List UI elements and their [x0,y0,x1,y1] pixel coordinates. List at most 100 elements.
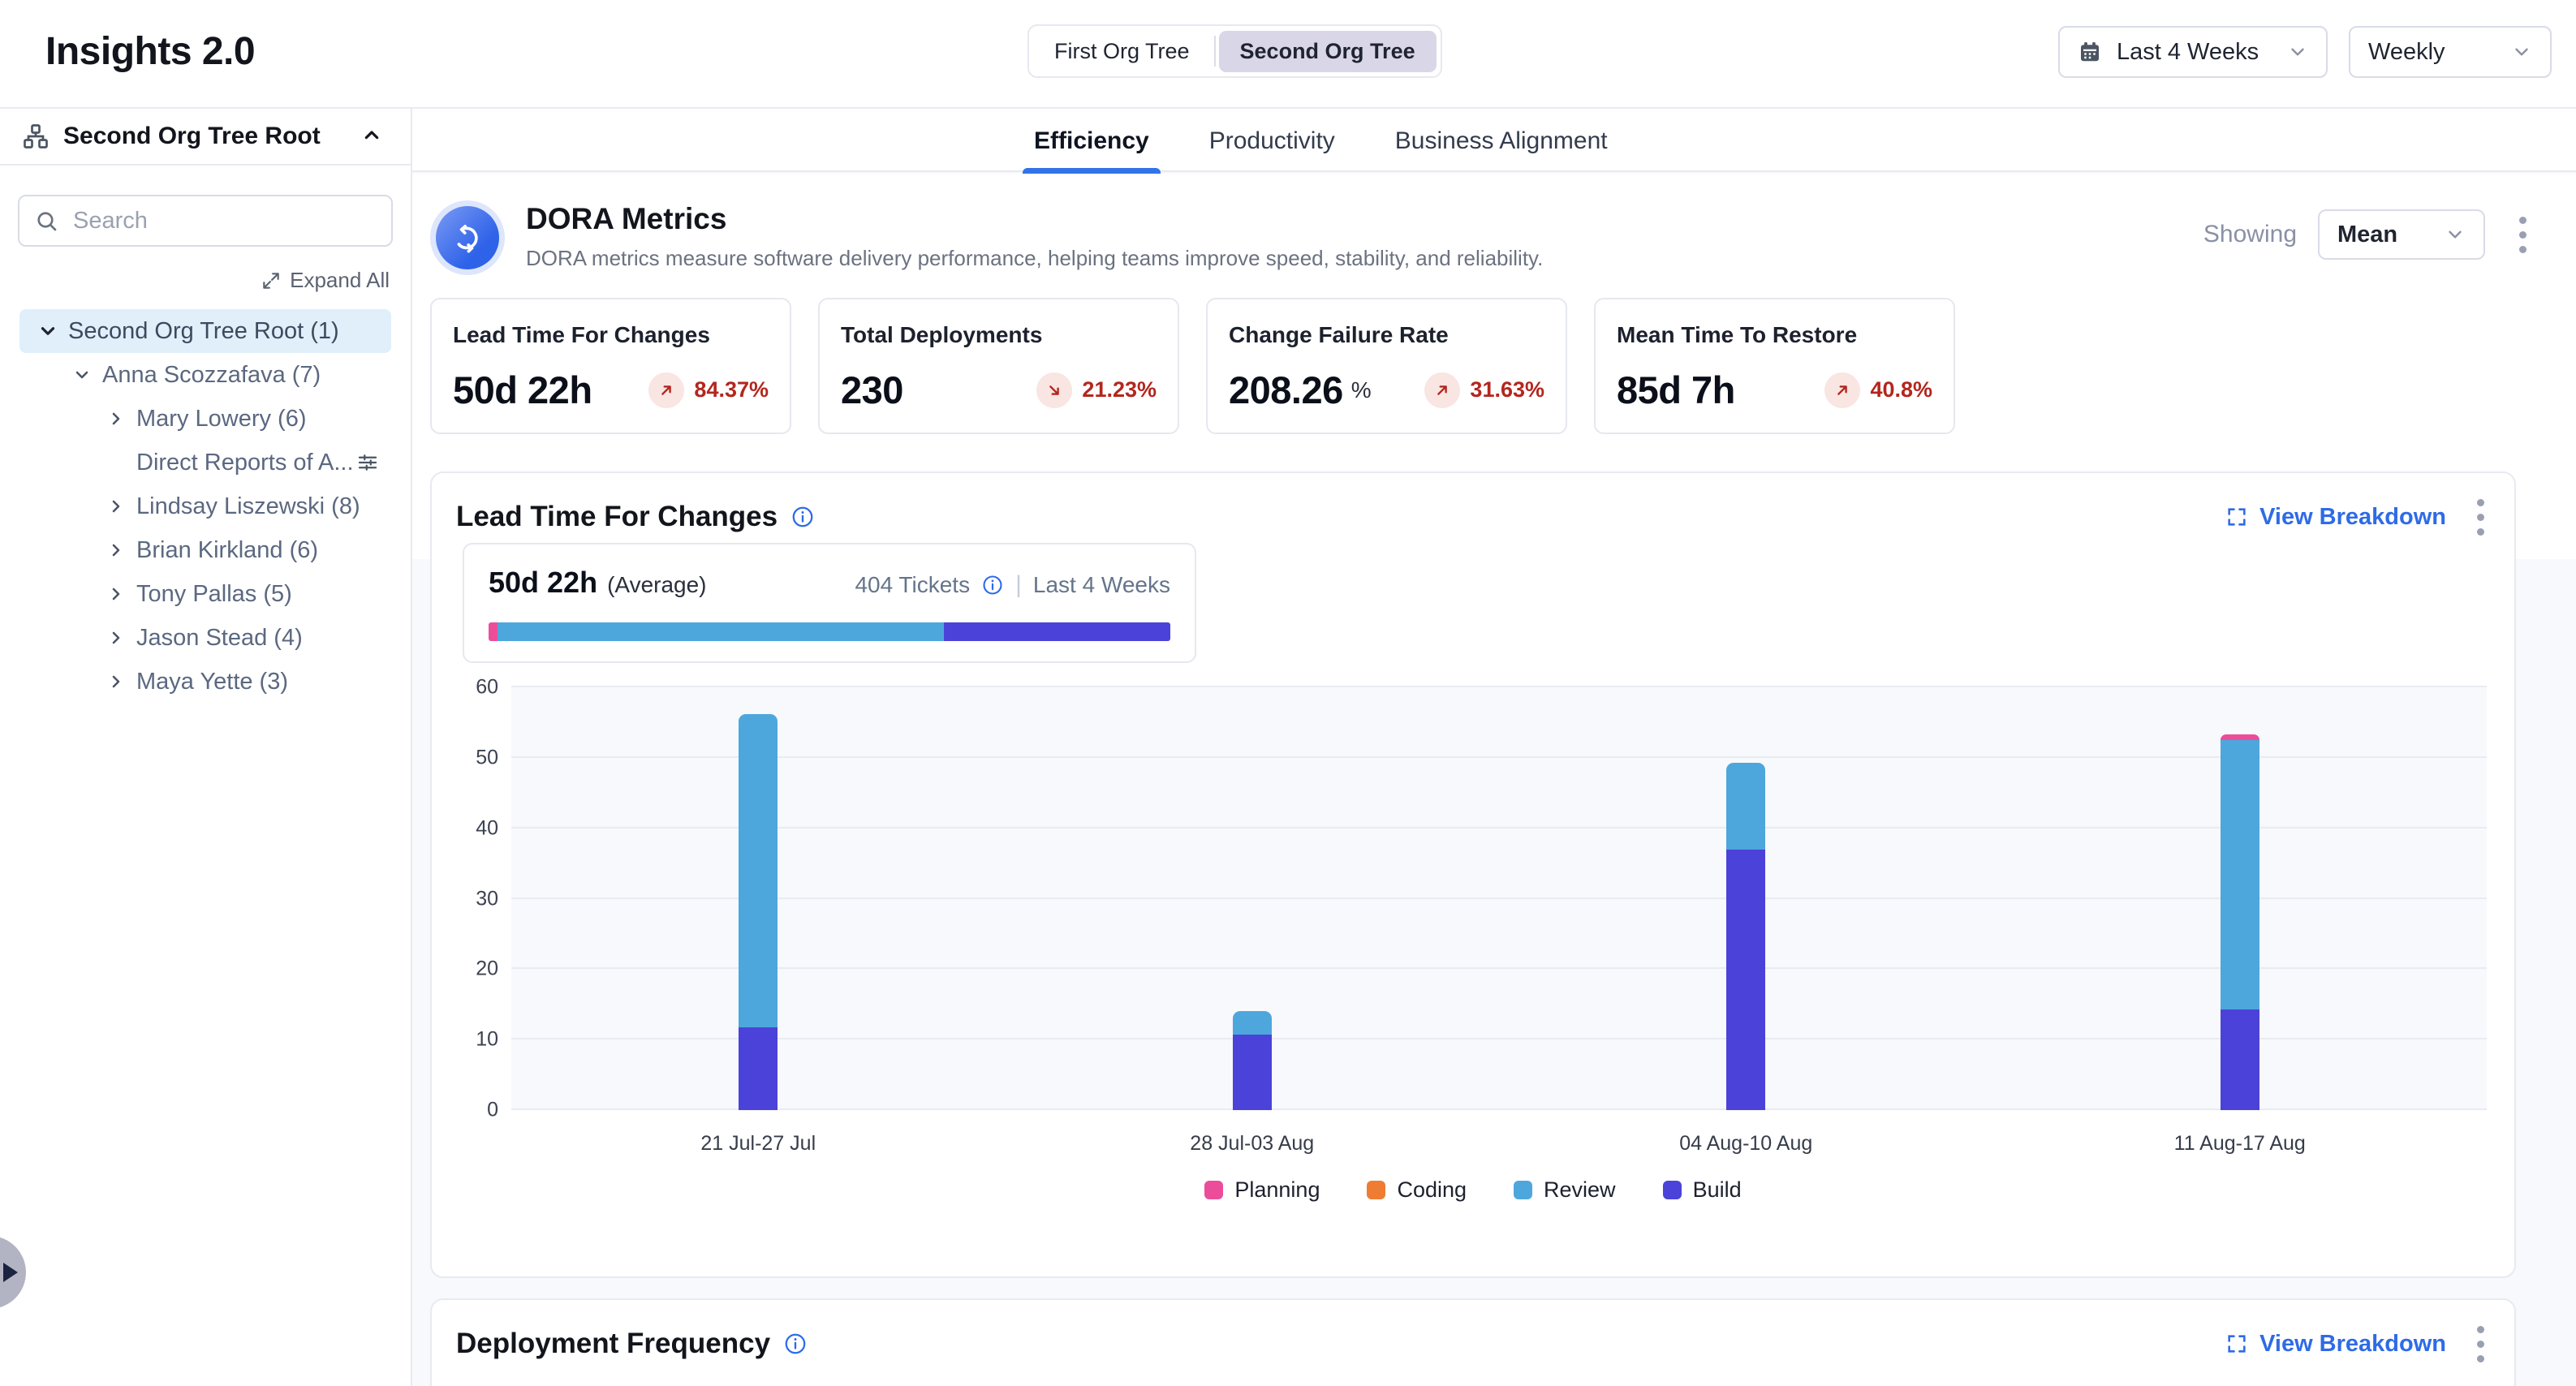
date-range-value: Last 4 Weeks [2117,39,2272,66]
tree-item-tony-pallas[interactable]: Tony Pallas (5) [19,572,391,616]
stacked-bar-3[interactable] [1726,687,1765,1110]
expand-corners-icon [2225,1332,2248,1355]
tab-efficiency[interactable]: Efficiency [1029,109,1154,174]
chevron-down-icon[interactable] [68,361,96,389]
showing-label: Showing [2203,221,2297,248]
bar-slot [511,687,1006,1110]
chevron-right-icon[interactable] [102,668,130,695]
chevron-right-icon[interactable] [102,624,130,652]
legend-item-coding[interactable]: Coding [1367,1177,1467,1203]
bar-segment-build [1233,1035,1272,1110]
chevron-right-icon[interactable] [102,536,130,564]
legend-item-planning[interactable]: Planning [1204,1177,1320,1203]
metric-value: 85d 7h [1617,368,1735,412]
calendar-icon [2078,40,2102,64]
trend-down-icon [1036,372,1072,408]
org-tree-toggle: First Org Tree Second Org Tree [1027,24,1442,78]
filter-sliders-icon[interactable] [355,450,380,475]
metric-cards: Lead Time For Changes 50d 22h 84.37% Tot… [430,298,1955,434]
y-tick-label: 50 [476,746,498,769]
search-input[interactable] [18,195,393,247]
expand-all-button[interactable]: Expand All [0,268,390,293]
tree-item-label: Anna Scozzafava (7) [102,362,321,389]
deployment-frequency-header: Deployment Frequency View Breakdown [456,1321,2496,1367]
legend-item-build[interactable]: Build [1663,1177,1742,1203]
info-icon[interactable] [981,574,1004,596]
x-tick-label: 11 Aug-17 Aug [1993,1132,2488,1156]
info-icon[interactable] [783,1332,808,1356]
chevron-right-icon[interactable] [102,493,130,520]
sidebar: Second Org Tree Root Expand All Second O… [0,107,412,1386]
chevron-right-icon[interactable] [102,580,130,608]
y-tick-label: 20 [476,958,498,981]
bar-segment-review [739,714,778,1027]
metric-title: Total Deployments [841,322,1157,348]
chevron-down-icon [2445,224,2466,245]
sidebar-header: Second Org Tree Root [0,109,411,166]
lead-time-chart [511,687,2487,1110]
trend-up-icon [1424,372,1460,408]
bar-slot [1006,687,1500,1110]
trend-up-icon [1824,372,1860,408]
mini-bar-segment-build [944,622,1170,641]
org-tree-icon [21,122,50,151]
tickets-count: 404 Tickets [855,572,970,598]
tree-item-direct-reports[interactable]: Direct Reports of A... [19,441,391,484]
expand-corners-icon [2225,506,2248,528]
bar-slot [1499,687,1993,1110]
aggregation-value: Mean [2337,222,2430,248]
tree-item-lindsay-liszewski[interactable]: Lindsay Liszewski (8) [19,484,391,528]
granularity-value: Weekly [2368,39,2496,66]
tab-productivity[interactable]: Productivity [1204,109,1340,174]
tree-item-jason-stead[interactable]: Jason Stead (4) [19,616,391,660]
stacked-bar-1[interactable] [739,687,778,1110]
stacked-bar-4[interactable] [2221,687,2259,1110]
toggle-second-org-tree[interactable]: Second Org Tree [1219,31,1437,72]
bar-segment-review [1233,1011,1272,1035]
tree-item-brian-kirkland[interactable]: Brian Kirkland (6) [19,528,391,572]
expand-all-icon [261,270,282,291]
dora-header-texts: DORA Metrics DORA metrics measure softwa… [526,200,1543,271]
chevron-down-icon [2511,41,2532,62]
tree-item-root[interactable]: Second Org Tree Root (1) [19,309,391,353]
chevron-right-icon[interactable] [102,405,130,433]
sidebar-collapse-button[interactable] [355,120,388,153]
tree-item-anna-scozzafava[interactable]: Anna Scozzafava (7) [19,353,391,397]
lead-time-summary: 50d 22h (Average) 404 Tickets | Last 4 W… [463,543,1196,663]
insights-app: Insights 2.0 First Org Tree Second Org T… [0,0,2576,1386]
metric-value: 50d 22h [453,368,592,412]
showing-controls: Showing Mean [2203,209,2539,260]
tree-item-label: Tony Pallas (5) [136,581,292,608]
mini-bar-segment-review [498,622,944,641]
tab-bar: Efficiency Productivity Business Alignme… [412,107,2576,172]
tree-item-label: Brian Kirkland (6) [136,537,318,564]
lead-time-menu-button[interactable] [2464,494,2496,540]
info-icon[interactable] [790,505,815,529]
aggregation-select[interactable]: Mean [2318,209,2485,260]
trend-up-icon [648,372,684,408]
tree-item-maya-yette[interactable]: Maya Yette (3) [19,660,391,704]
stacked-bar-2[interactable] [1233,687,1272,1110]
tree-item-label: Maya Yette (3) [136,669,288,695]
y-tick-label: 30 [476,887,498,910]
y-tick-label: 60 [476,676,498,699]
dora-title: DORA Metrics [526,202,1543,236]
legend-item-review[interactable]: Review [1514,1177,1616,1203]
summary-qualifier: (Average) [607,572,706,598]
deployment-menu-button[interactable] [2464,1321,2496,1367]
dora-menu-button[interactable] [2506,212,2539,257]
section-title: Deployment Frequency [456,1328,770,1360]
bar-slot [1993,687,2488,1110]
date-range-select[interactable]: Last 4 Weeks [2058,26,2328,78]
tab-business-alignment[interactable]: Business Alignment [1390,109,1613,174]
tree-item-label: Direct Reports of A... [136,450,354,476]
granularity-select[interactable]: Weekly [2349,26,2552,78]
tree-item-mary-lowery[interactable]: Mary Lowery (6) [19,397,391,441]
view-breakdown-button[interactable]: View Breakdown [2225,504,2446,531]
x-axis: 21 Jul-27 Jul28 Jul-03 Aug04 Aug-10 Aug1… [511,1132,2487,1156]
toggle-first-org-tree[interactable]: First Org Tree [1033,31,1211,72]
deployment-frequency-section: Deployment Frequency View Breakdown [430,1298,2516,1386]
view-breakdown-button[interactable]: View Breakdown [2225,1331,2446,1358]
chevron-down-icon[interactable] [34,317,62,345]
metric-card-total-deployments: Total Deployments 230 21.23% [818,298,1179,434]
